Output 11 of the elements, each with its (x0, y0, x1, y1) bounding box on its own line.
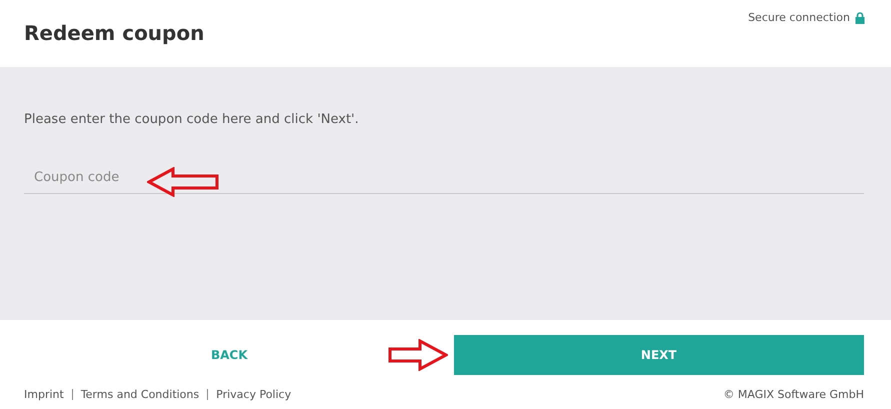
secure-connection-label: Secure connection (748, 11, 850, 24)
footer-link[interactable]: Imprint (24, 388, 64, 401)
copyright-text: © MAGIX Software GmbH (723, 388, 864, 401)
instruction-text: Please enter the coupon code here and click 'Next'. (24, 112, 360, 127)
coupon-code-field[interactable]: Coupon code (24, 161, 864, 194)
left-arrow-icon (147, 167, 219, 197)
footer-link[interactable]: Terms and Conditions (80, 388, 200, 401)
page-title: Redeem coupon (24, 21, 204, 45)
lock-icon (855, 12, 865, 24)
footer-link[interactable]: Privacy Policy (216, 388, 292, 401)
right-arrow-icon (388, 339, 448, 371)
